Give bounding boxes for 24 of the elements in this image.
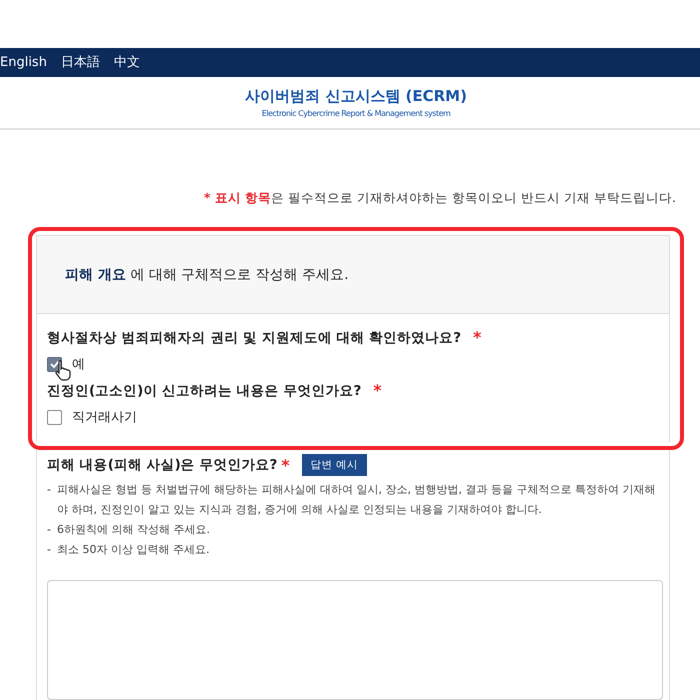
- section-heading: 피해 개요 에 대해 구체적으로 작성해 주세요.: [37, 236, 669, 314]
- required-mark: *: [373, 381, 382, 400]
- answer-example-button[interactable]: 답변 예시: [302, 454, 367, 476]
- site-subtitle: Electronic Cybercrime Report & Management system: [262, 108, 450, 118]
- question-label: 피해 내용(피해 사실)은 무엇인가요?: [47, 456, 278, 474]
- required-mark: *: [473, 328, 482, 347]
- checkbox[interactable]: [47, 410, 62, 424]
- language-link[interactable]: 中文: [114, 53, 140, 72]
- hand-cursor-icon: [53, 359, 73, 381]
- language-link[interactable]: 日本語: [60, 53, 100, 72]
- guidance-text: 최소 50자 이상 입력해 주세요.: [56, 542, 210, 558]
- required-mark: *: [281, 456, 290, 474]
- guidance-text: 6하원칙에 의해 작성해 주세요.: [56, 522, 210, 538]
- guidance-text: 피해사실은 형법 등 처벌법규에 해당하는 피해사실에 대하여 일시, 장소, 범행방법, 결과 등을 구체적으로 특정하여 기재해야 하며, 진정인이 알고 있는 지식과 경험, 증거에 의해 사실로 인정되는 내용을 기재하여야 합니다.: [56, 482, 656, 518]
- language-link[interactable]: English: [0, 54, 47, 70]
- site-title: 사이버범죄 신고시스템 (ECRM): [245, 86, 467, 106]
- list-dash: -: [47, 542, 51, 558]
- question-label: 형사절차상 범죄피해자의 권리 및 지원제도에 대해 확인하였나요?: [47, 328, 462, 346]
- list-dash: -: [47, 522, 51, 538]
- list-dash: -: [47, 482, 51, 498]
- question-label: 진정인(고소인)이 신고하려는 내용은 무엇인가요?: [47, 382, 362, 400]
- option-label: 직거래사기: [72, 409, 137, 426]
- required-note: * 표시 항목은 필수적으로 기재하셔야하는 항목이오니 반드시 기재 부탁드립니다.: [202, 190, 676, 207]
- option-label: 예: [72, 356, 85, 373]
